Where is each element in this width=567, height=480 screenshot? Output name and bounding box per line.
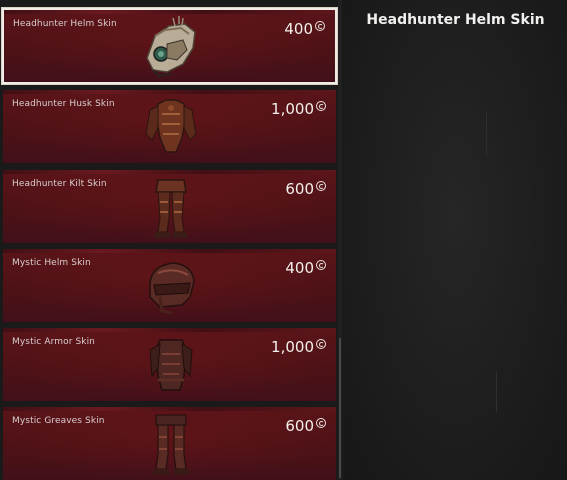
skin-name: Headhunter Kilt Skin [12, 179, 107, 189]
panel-texture-mark [486, 112, 487, 156]
skin-name: Mystic Helm Skin [12, 258, 91, 268]
skin-card-mystic-greaves[interactable]: Mystic Greaves Skin 600 [3, 407, 336, 480]
detail-panel: Headhunter Helm Skin [344, 0, 567, 480]
skin-price: 600 [285, 180, 326, 198]
skin-price: 1,000 [271, 100, 326, 118]
skin-card-headhunter-helm[interactable]: Headhunter Helm Skin 400 [2, 8, 337, 84]
scrollbar-thumb[interactable] [339, 338, 341, 478]
headhunter-husk-icon [145, 99, 197, 153]
coin-icon [316, 181, 326, 191]
coin-icon [316, 418, 326, 428]
skin-price: 600 [285, 417, 326, 435]
skin-name: Headhunter Husk Skin [12, 99, 115, 109]
skin-card-mystic-helm[interactable]: Mystic Helm Skin 400 [3, 249, 336, 322]
skin-price: 400 [285, 259, 326, 277]
headhunter-kilt-icon [154, 179, 188, 238]
skin-name: Mystic Greaves Skin [12, 416, 105, 426]
skin-name: Mystic Armor Skin [12, 337, 95, 347]
price-value: 400 [285, 259, 314, 277]
skin-card-mystic-armor[interactable]: Mystic Armor Skin 1,000 [3, 328, 336, 401]
headhunter-helm-icon [146, 16, 196, 78]
price-value: 600 [285, 180, 314, 198]
skin-price: 400 [284, 20, 325, 38]
price-value: 1,000 [271, 338, 314, 356]
coin-icon [316, 339, 326, 349]
mystic-helm-icon [149, 262, 195, 315]
skin-card-headhunter-husk[interactable]: Headhunter Husk Skin 1,000 [3, 90, 336, 163]
price-value: 1,000 [271, 100, 314, 118]
panel-texture-mark [496, 372, 497, 412]
detail-title: Headhunter Helm Skin [366, 12, 545, 28]
price-value: 600 [285, 417, 314, 435]
mystic-greaves-icon [152, 414, 190, 475]
coin-icon [316, 101, 326, 111]
coin-icon [316, 260, 326, 270]
skin-card-headhunter-kilt[interactable]: Headhunter Kilt Skin 600 [3, 170, 336, 243]
price-value: 400 [284, 20, 313, 38]
skin-price: 1,000 [271, 338, 326, 356]
skin-list: Headhunter Helm Skin 400 Headhunter Husk… [0, 0, 340, 480]
skin-name: Headhunter Helm Skin [13, 19, 117, 29]
coin-icon [315, 21, 325, 31]
mystic-armor-icon [149, 339, 193, 391]
